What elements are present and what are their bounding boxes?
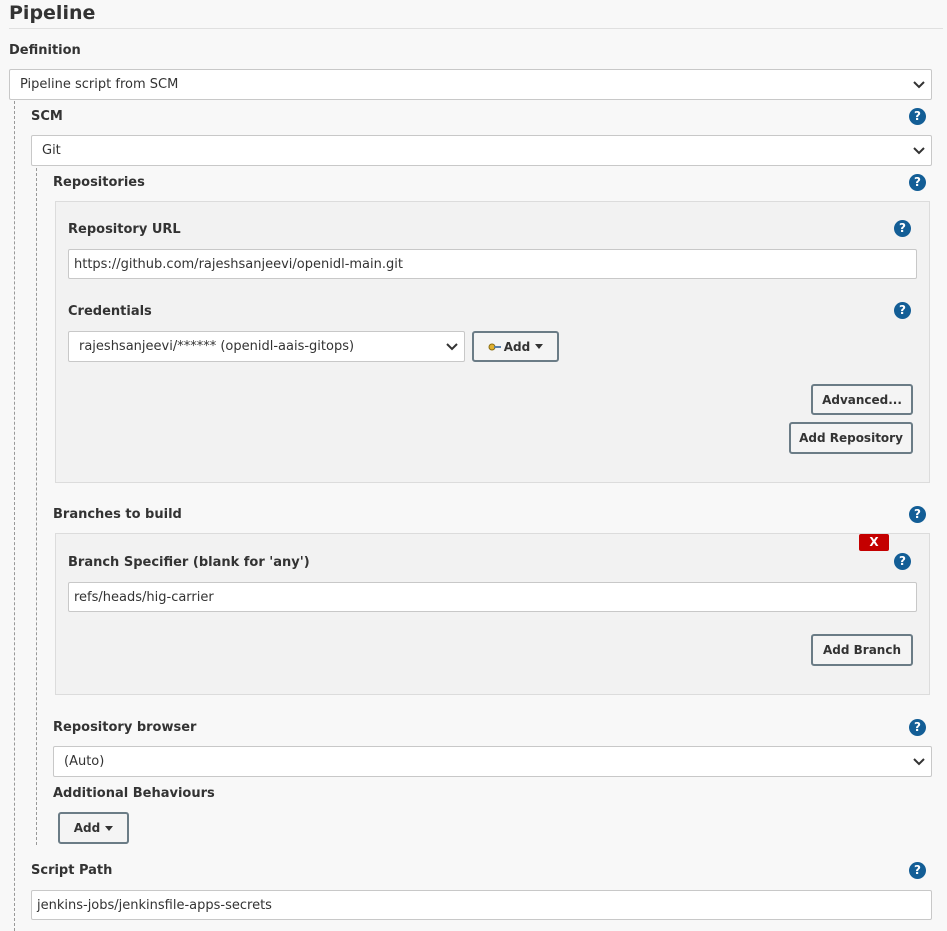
credentials-help-icon[interactable]: ? — [894, 302, 911, 319]
caret-down-icon — [535, 344, 544, 349]
key-icon — [488, 343, 501, 350]
script-path-value: jenkins-jobs/jenkinsfile-apps-secrets — [37, 897, 272, 913]
repository-url-input[interactable]: https://github.com/rajeshsanjeevi/openid… — [68, 249, 917, 279]
repositories-label: Repositories — [53, 175, 145, 190]
advanced-button[interactable]: Advanced... — [811, 384, 913, 415]
script-path-input[interactable]: jenkins-jobs/jenkinsfile-apps-secrets — [31, 890, 932, 920]
chevron-down-icon — [913, 757, 925, 765]
repositories-help-icon[interactable]: ? — [909, 174, 926, 191]
scm-label: SCM — [31, 109, 63, 124]
add-credentials-button[interactable]: Add — [472, 331, 559, 362]
definition-nesting-guide — [14, 101, 15, 931]
branch-specifier-label: Branch Specifier (blank for 'any') — [68, 555, 310, 570]
add-behaviour-label: Add — [73, 821, 101, 835]
scm-select[interactable]: Git — [31, 135, 932, 166]
repository-browser-selected-value: (Auto) — [64, 754, 105, 769]
script-path-label: Script Path — [31, 863, 113, 878]
branch-specifier-help-icon[interactable]: ? — [894, 553, 911, 570]
definition-label: Definition — [9, 43, 81, 58]
definition-select[interactable]: Pipeline script from SCM — [9, 69, 932, 100]
chevron-down-icon — [913, 80, 925, 88]
add-credentials-label: Add — [503, 339, 531, 354]
repository-url-label: Repository URL — [68, 222, 181, 237]
add-repository-button[interactable]: Add Repository — [789, 422, 913, 454]
repository-browser-select[interactable]: (Auto) — [53, 746, 932, 777]
add-behaviour-button[interactable]: Add — [58, 812, 129, 844]
branch-specifier-value: refs/heads/hig-carrier — [74, 589, 214, 605]
repository-url-help-icon[interactable]: ? — [894, 220, 911, 237]
credentials-label: Credentials — [68, 304, 152, 319]
credentials-select[interactable]: rajeshsanjeevi/****** (openidl-aais-gito… — [68, 331, 465, 362]
credentials-selected-value: rajeshsanjeevi/****** (openidl-aais-gito… — [79, 339, 355, 354]
repository-browser-help-icon[interactable]: ? — [909, 719, 926, 736]
add-branch-button[interactable]: Add Branch — [811, 634, 913, 666]
caret-down-icon — [105, 825, 114, 831]
scm-help-icon[interactable]: ? — [909, 108, 926, 125]
section-title: Pipeline — [9, 2, 96, 24]
chevron-down-icon — [913, 146, 925, 154]
definition-selected-value: Pipeline script from SCM — [20, 77, 179, 92]
scm-nesting-guide — [36, 168, 37, 845]
branches-label: Branches to build — [53, 507, 182, 522]
title-divider — [9, 28, 943, 29]
delete-branch-button[interactable]: X — [859, 534, 889, 551]
branches-help-icon[interactable]: ? — [909, 506, 926, 523]
additional-behaviours-label: Additional Behaviours — [53, 786, 215, 801]
scm-selected-value: Git — [42, 143, 61, 158]
repository-browser-label: Repository browser — [53, 720, 197, 735]
script-path-help-icon[interactable]: ? — [909, 862, 926, 879]
repository-url-value: https://github.com/rajeshsanjeevi/openid… — [74, 256, 403, 272]
chevron-down-icon — [446, 342, 458, 350]
branch-specifier-input[interactable]: refs/heads/hig-carrier — [68, 582, 917, 612]
